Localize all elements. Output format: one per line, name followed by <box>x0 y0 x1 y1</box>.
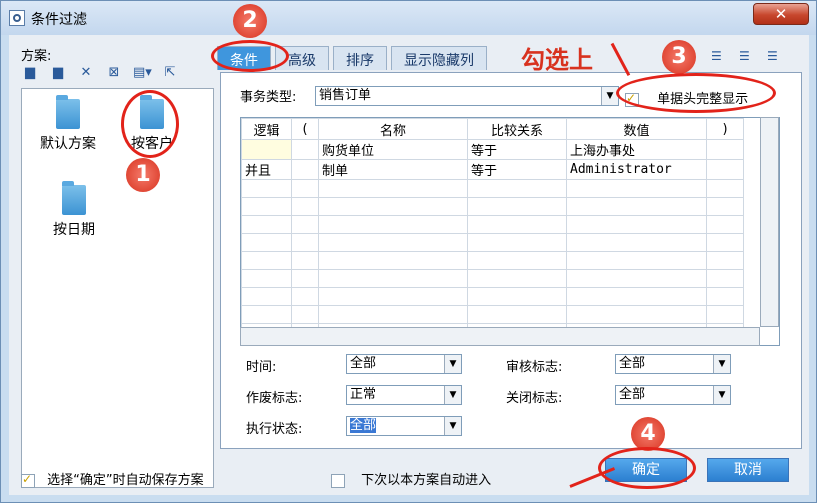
grid-cell[interactable]: 等于 <box>467 139 567 160</box>
grid-cell[interactable]: 并且 <box>241 159 292 180</box>
time-label: 时间: <box>246 360 277 375</box>
scheme-item-label: 按日期 <box>53 222 95 238</box>
void-value: 正常 <box>350 387 377 402</box>
chevron-down-icon: ▼ <box>601 87 618 105</box>
business-type-value: 销售订单 <box>319 88 372 103</box>
column-header: 数值 <box>566 118 707 140</box>
annotation-badge-4: 4 <box>631 417 665 451</box>
time-select[interactable]: 全部 ▼ <box>346 354 462 374</box>
scheme-item-date[interactable]: 按日期 <box>34 181 114 239</box>
auto-enter-checkbox[interactable] <box>331 473 345 488</box>
folder-icon <box>62 181 86 215</box>
close-button[interactable]: ✕ <box>753 3 809 25</box>
annotation-badge-1: 1 <box>126 158 160 192</box>
scheme-item-label: 默认方案 <box>40 136 96 152</box>
grid-cell[interactable]: 上海办事处 <box>566 139 707 160</box>
annotation-circle-tab <box>211 40 289 72</box>
append-row-icon[interactable]: ☰ <box>739 49 755 63</box>
scheme-label: 方案: <box>21 49 52 64</box>
auto-save-checkbox[interactable] <box>21 472 35 488</box>
chevron-down-icon: ▼ <box>444 386 461 404</box>
save-icon[interactable]: ▆ <box>21 65 39 81</box>
tab-sort[interactable]: 排序 <box>333 46 387 70</box>
auto-save-option[interactable]: 选择“确定”时自动保存方案 <box>21 469 204 488</box>
scheme-list: 默认方案 按客户 按日期 <box>21 88 214 488</box>
conditions-grid[interactable]: 逻辑 ( 名称 比较关系 数值 ) 购货单位 等于 上海办事处 并且 制单 等于… <box>240 117 780 346</box>
grid-cell[interactable] <box>291 139 319 160</box>
title-bar: 条件过滤 ✕ <box>1 1 816 35</box>
auto-enter-option[interactable]: 下次以本方案自动进入 <box>331 469 491 488</box>
row-toolbar: ☰ ☰ ☰ <box>711 49 783 63</box>
annotation-circle-customer <box>121 90 179 158</box>
column-header: 比较关系 <box>467 118 567 140</box>
grid-cell[interactable] <box>291 159 319 180</box>
business-type-select[interactable]: 销售订单 ▼ <box>315 86 619 106</box>
annotation-note: 勾选上 <box>521 46 593 74</box>
void-select[interactable]: 正常 ▼ <box>346 385 462 405</box>
grid-cell[interactable]: 购货单位 <box>318 139 468 160</box>
app-icon <box>9 10 25 26</box>
annotation-circle-checkbox <box>616 73 776 113</box>
cancel-button[interactable]: 取消 <box>707 458 789 482</box>
window-title: 条件过滤 <box>31 12 87 28</box>
delete-row-icon[interactable]: ☰ <box>767 49 783 63</box>
conditions-panel: 事务类型: 销售订单 ▼ 单据头完整显示 逻辑 ( 名称 比较关系 数值 ) <box>220 72 802 449</box>
close-flag-select[interactable]: 全部 ▼ <box>615 385 731 405</box>
business-type-label: 事务类型: <box>240 90 297 105</box>
insert-row-icon[interactable]: ☰ <box>711 49 727 63</box>
grid-cell[interactable]: 制单 <box>318 159 468 180</box>
grid-horizontal-scrollbar[interactable] <box>240 327 760 346</box>
table-row[interactable]: 并且 制单 等于 Administrator <box>241 159 744 180</box>
column-header: ) <box>706 118 744 140</box>
clear-icon[interactable]: ⊠ <box>105 65 123 81</box>
audit-select[interactable]: 全部 ▼ <box>615 354 731 374</box>
audit-label: 审核标志: <box>506 360 563 375</box>
auto-enter-label: 下次以本方案自动进入 <box>361 473 492 488</box>
chevron-down-icon: ▼ <box>713 355 730 373</box>
close-flag-label: 关闭标志: <box>506 391 563 406</box>
table-row[interactable]: 购货单位 等于 上海办事处 <box>241 139 744 160</box>
time-value: 全部 <box>350 356 377 371</box>
column-header: ( <box>291 118 319 140</box>
auto-save-label: 选择“确定”时自动保存方案 <box>47 473 204 488</box>
grid-cell[interactable] <box>706 139 744 160</box>
void-label: 作废标志: <box>246 391 303 406</box>
grid-cell[interactable]: Administrator <box>566 159 707 180</box>
export-icon[interactable]: ⇱ <box>161 65 179 81</box>
column-header: 逻辑 <box>241 118 292 140</box>
column-header: 名称 <box>318 118 468 140</box>
scheme-toolbar: ▆ ▆ ✕ ⊠ ▤▾ ⇱ <box>21 65 179 81</box>
delete-icon[interactable]: ✕ <box>77 65 95 81</box>
grid-cell[interactable]: 等于 <box>467 159 567 180</box>
exec-status-value: 全部 <box>350 418 377 433</box>
annotation-badge-2: 2 <box>233 4 267 38</box>
save-as-icon[interactable]: ▆ <box>49 65 67 81</box>
chevron-down-icon: ▼ <box>713 386 730 404</box>
folder-icon <box>56 95 80 129</box>
annotation-badge-3: 3 <box>662 40 696 74</box>
tab-columns[interactable]: 显示隐藏列 <box>391 46 487 70</box>
chevron-down-icon: ▼ <box>444 355 461 373</box>
grid-header-row: 逻辑 ( 名称 比较关系 数值 ) <box>241 118 744 140</box>
exec-status-select[interactable]: 全部 ▼ <box>346 416 462 436</box>
grid-cell[interactable] <box>706 159 744 180</box>
scheme-item-default[interactable]: 默认方案 <box>28 95 108 153</box>
grid-vertical-scrollbar[interactable] <box>760 117 779 327</box>
audit-value: 全部 <box>619 356 646 371</box>
grid-cell[interactable] <box>241 139 292 160</box>
close-flag-value: 全部 <box>619 387 646 402</box>
exec-status-label: 执行状态: <box>246 422 303 437</box>
chevron-down-icon: ▼ <box>444 417 461 435</box>
menu-dropdown-icon[interactable]: ▤▾ <box>133 65 152 81</box>
